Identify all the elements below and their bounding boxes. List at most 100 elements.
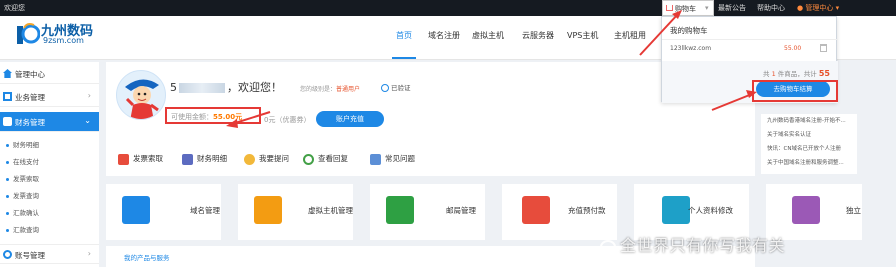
blurred-username	[179, 83, 225, 93]
cart-product[interactable]: 123llkwz.com	[670, 45, 711, 52]
account-icon	[3, 250, 12, 259]
tools-icon	[370, 153, 381, 165]
news-panel: 九州数码香港域名注册-开始不... 关于域名实名认证 快讯：CN域名已开放个人注…	[761, 114, 857, 174]
sidebar-item-business[interactable]: 业务管理 ›	[0, 87, 99, 107]
news-item[interactable]: 关于域名实名认证	[767, 130, 855, 138]
nav-vps[interactable]: VPS主机	[567, 30, 598, 41]
sidebar-item-account[interactable]: 账号管理 ›	[0, 244, 99, 264]
tile-mail-management[interactable]: 邮局管理	[370, 184, 485, 240]
account-level: 您的级别是：普通用户	[300, 84, 360, 93]
cart-summary-text: 件商品，共计	[777, 70, 817, 78]
greeting-username-prefix: 5	[170, 81, 177, 94]
cart-title: 我的购物车	[670, 26, 708, 35]
user-icon: ●	[797, 4, 804, 12]
help-link[interactable]: 帮助中心	[757, 3, 785, 13]
quick-link-invoice-request[interactable]: 发票索取	[118, 153, 163, 165]
sidebar-sub-online-pay[interactable]: 在线支付	[6, 156, 39, 166]
watermark: 全世界只有你写我有关	[600, 232, 785, 256]
quick-link-label: 查看回复	[318, 154, 348, 163]
cart-menu-label: 购物车	[675, 5, 696, 13]
sidebar-item-label: 管理中心	[15, 70, 45, 79]
products-section-link[interactable]: 我的产品与服务	[124, 252, 170, 262]
sidebar-item-label: 业务管理	[15, 93, 45, 102]
cart-menu-chevron-icon: ▾	[705, 4, 709, 12]
cart-menu[interactable]: 购物车 ▾	[662, 0, 714, 16]
mail-icon	[386, 196, 414, 224]
nav-hosting[interactable]: 虚拟主机	[472, 30, 504, 41]
tile-label: 邮局管理	[446, 206, 476, 215]
sidebar-sub-remit-confirm[interactable]: 汇款确认	[6, 207, 39, 217]
logo[interactable]: 九州数码 9zsm.com	[14, 20, 104, 54]
chevron-down-icon: ⌄	[84, 116, 91, 125]
news-item[interactable]: 关于中国域名注册和服务调整...	[767, 158, 855, 166]
tile-label: 域名管理	[190, 206, 220, 215]
account-level-label: 您的级别是：	[300, 86, 337, 93]
recharge-button[interactable]: 账户充值	[316, 111, 384, 127]
news-item[interactable]: 九州数码香港域名注册-开始不...	[767, 116, 855, 124]
logo-domain: 9zsm.com	[43, 36, 84, 45]
quick-link-ask[interactable]: 我要提问	[244, 153, 289, 165]
verified-label: 已验证	[391, 84, 411, 92]
tile-domain-management[interactable]: 域名管理	[106, 184, 221, 240]
grid-icon	[3, 92, 12, 101]
tile-hosting-management[interactable]: 虚拟主机管理	[238, 184, 353, 240]
welcome-text: 欢迎您	[4, 4, 25, 12]
quick-link-label: 常见问题	[385, 154, 415, 163]
cart-total: 55	[818, 69, 830, 78]
tile-label: 个人资料修改	[688, 206, 733, 215]
cart-product-price: 55.00	[784, 45, 802, 52]
chevron-right-icon: ›	[87, 91, 91, 100]
balance-label: 可使用金额：	[171, 113, 213, 121]
sidebar: 管理中心 业务管理 › 财务管理 ⌄ 财务明细 在线支付 发票索取 发票查询 汇…	[0, 62, 99, 267]
sidebar-sub-remit-query[interactable]: 汇款查询	[6, 224, 39, 234]
logo-mark-icon	[17, 23, 40, 44]
home-icon	[3, 69, 12, 78]
verified-icon	[381, 84, 389, 92]
balance-amount: 55.00元	[213, 113, 243, 121]
nav-cloud[interactable]: 云服务器	[522, 30, 554, 41]
nav-active-indicator	[392, 57, 416, 59]
tile-label: 独立	[846, 206, 861, 215]
mascot-icon	[125, 79, 159, 119]
trash-icon[interactable]	[820, 44, 827, 52]
user-icon	[662, 196, 690, 224]
quick-link-faq[interactable]: 常见问题	[370, 153, 415, 165]
quick-link-label: 我要提问	[259, 154, 289, 163]
avatar	[116, 70, 166, 120]
search-icon	[303, 153, 314, 165]
top-bar: 欢迎您 购物车 ▾ 最新公告 帮助中心 ● 管理中心 ▾	[0, 0, 896, 16]
sidebar-item-label: 财务管理	[15, 118, 45, 127]
news-item[interactable]: 快讯：CN域名已开放个人注册	[767, 144, 855, 152]
finance-icon	[3, 117, 12, 126]
sidebar-item-label: 账号管理	[15, 251, 45, 260]
question-icon	[244, 153, 255, 165]
watermark-text: 全世界只有你写我有关	[620, 236, 786, 255]
quick-link-finance-detail[interactable]: 财务明细	[182, 153, 227, 165]
quick-link-replies[interactable]: 查看回复	[303, 153, 348, 165]
admin-center-link[interactable]: ● 管理中心 ▾	[797, 3, 839, 13]
user-panel: 5 ，欢迎您！ 您的级别是：普通用户 已验证 可使用金额：55.00元 0元（优惠…	[106, 62, 755, 176]
cart-item-count: 1	[771, 70, 776, 78]
chart-icon	[182, 153, 193, 165]
balance-highlight: 可使用金额：55.00元	[165, 107, 261, 124]
invoice-icon	[118, 153, 129, 165]
globe-icon	[122, 196, 150, 224]
voucher-balance: 0元（优惠券）	[264, 116, 311, 124]
sidebar-sub-finance-detail[interactable]: 财务明细	[6, 139, 39, 149]
sidebar-item-finance[interactable]: 财务管理 ⌄	[0, 112, 99, 132]
sidebar-sub-invoice-request[interactable]: 发票索取	[6, 173, 39, 183]
cart-summary-prefix: 共	[762, 70, 770, 78]
greeting-text: ，欢迎您！	[227, 81, 282, 94]
divider	[662, 39, 838, 40]
announcement-link[interactable]: 最新公告	[718, 3, 746, 13]
nav-domain[interactable]: 域名注册	[428, 30, 460, 41]
quick-link-label: 发票索取	[133, 154, 163, 163]
nav-server-rental[interactable]: 主机租用	[614, 30, 646, 41]
chevron-right-icon: ›	[87, 249, 91, 258]
gift-icon	[522, 196, 550, 224]
sidebar-item-admin[interactable]: 管理中心	[0, 64, 99, 84]
verified-status: 已验证	[381, 82, 411, 92]
cart-summary: 共 1 件商品，共计 55	[763, 68, 830, 78]
sidebar-sub-invoice-query[interactable]: 发票查询	[6, 190, 39, 200]
nav-home[interactable]: 首页	[396, 30, 412, 41]
